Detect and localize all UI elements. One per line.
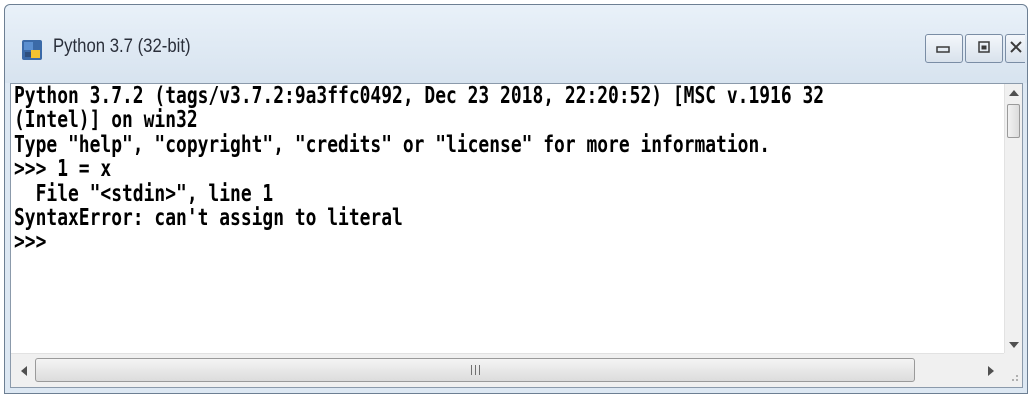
scroll-right-arrow-icon[interactable] [988,366,994,376]
vertical-scroll-thumb[interactable] [1007,104,1020,138]
python-console-window: Python 3.7 (32-bit) Python 3.7.2 (tags/v… [4,4,1028,394]
console-line: File "<stdin>", line 1 [14,180,274,207]
minimize-button[interactable] [925,34,963,63]
size-grip-icon[interactable] [1004,353,1022,387]
console-line: Type "help", "copyright", "credits" or "… [14,131,771,158]
console-line: Python 3.7.2 (tags/v3.7.2:9a3ffc0492, De… [14,84,825,109]
horizontal-scroll-thumb[interactable] [35,358,915,382]
maximize-button[interactable] [965,34,1003,63]
console-prompt[interactable]: >>> [14,230,786,255]
console-area[interactable]: Python 3.7.2 (tags/v3.7.2:9a3ffc0492, De… [10,83,1023,388]
close-button[interactable] [1005,34,1025,63]
grip-icon [470,365,480,375]
close-icon [1009,39,1023,58]
window-title: Python 3.7 (32-bit) [53,36,191,57]
scroll-up-arrow-icon[interactable] [1009,90,1019,96]
console-output[interactable]: Python 3.7.2 (tags/v3.7.2:9a3ffc0492, De… [14,84,1004,354]
minimize-icon [936,39,952,58]
title-bar[interactable]: Python 3.7 (32-bit) [5,5,1027,83]
console-line: (Intel)] on win32 [14,107,198,134]
console-line: >>> 1 = x [14,156,112,183]
maximize-icon [977,39,991,58]
horizontal-scrollbar[interactable] [11,353,1004,387]
python-icon [21,39,43,61]
console-line: SyntaxError: can't assign to literal [14,204,403,231]
scroll-down-arrow-icon[interactable] [1009,342,1019,348]
scroll-left-arrow-icon[interactable] [21,366,27,376]
vertical-scrollbar[interactable] [1004,84,1022,354]
